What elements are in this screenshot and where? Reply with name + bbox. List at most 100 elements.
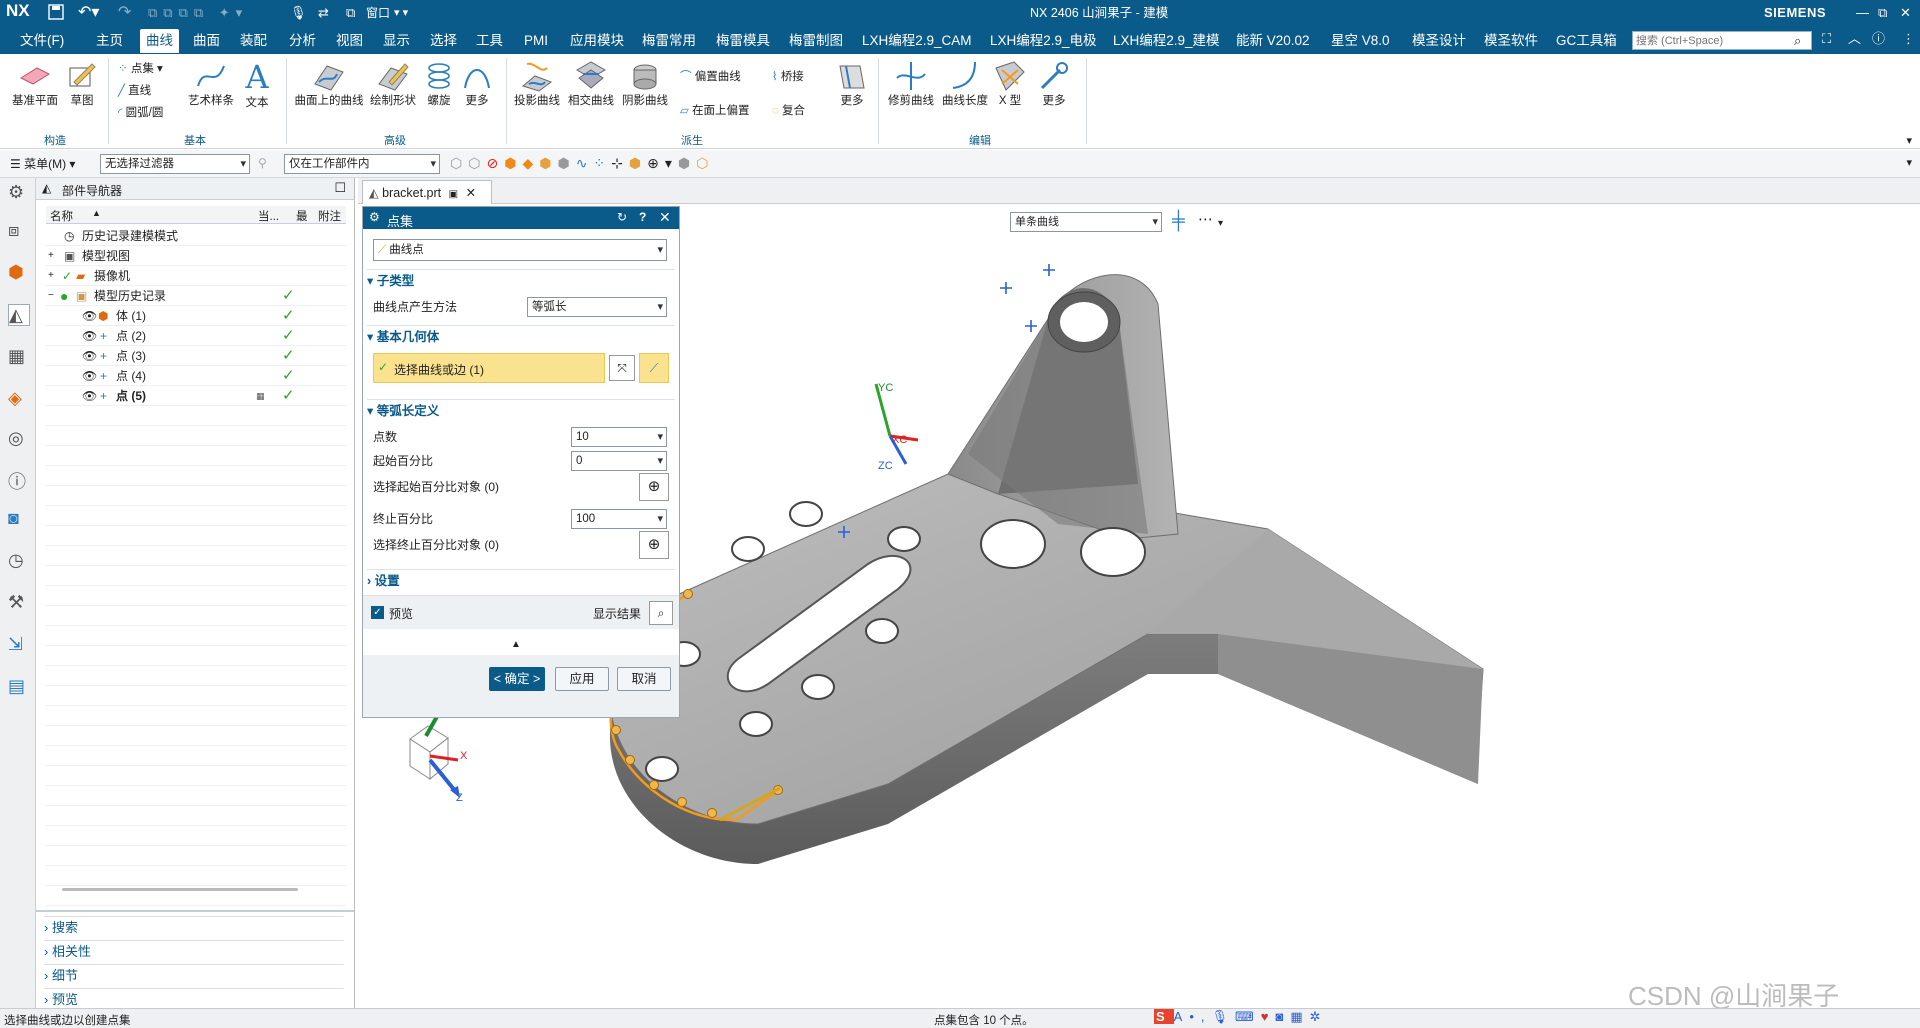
tree-row-body[interactable]: 👁 ⬢ 体 (1) ✓: [46, 306, 346, 326]
trim-curve-button[interactable]: 修剪曲线: [884, 60, 938, 108]
selection-tool-icons[interactable]: ⬡⬡⊘⬢◆⬢⬢∿⁘⊹⬢⊕▾⬢⬡: [450, 155, 714, 172]
hd3d-icon[interactable]: ◈: [8, 388, 30, 410]
select-body-icon[interactable]: ⬢: [504, 155, 522, 171]
help-icon[interactable]: ⓘ: [1872, 30, 1885, 48]
file-menu[interactable]: 文件(F): [20, 31, 64, 51]
ime-settings-icon[interactable]: ✲: [1310, 1009, 1328, 1024]
tab-meilei-common[interactable]: 梅雷常用: [642, 31, 696, 51]
menu-button[interactable]: ☰ 菜单(M) ▾: [10, 155, 75, 172]
tab-display[interactable]: 显示: [383, 31, 410, 51]
tab-lxh-cam[interactable]: LXH编程2.9_CAM: [862, 31, 972, 51]
ime-mode-icon[interactable]: A: [1174, 1009, 1190, 1024]
tree-row-point-2[interactable]: 👁 + 点 (2) ✓: [46, 326, 346, 346]
tab-applications[interactable]: 应用模块: [570, 31, 624, 51]
tab-pmi[interactable]: PMI: [524, 31, 548, 51]
line-button[interactable]: ╱ 直线: [118, 82, 151, 100]
ime-toolbar[interactable]: S A•,🎙⌨♥◙▦✲: [1154, 1009, 1328, 1028]
tab-tools[interactable]: 工具: [476, 31, 503, 51]
snap-icon[interactable]: ⊹: [611, 155, 629, 171]
curve-length-button[interactable]: 曲线长度: [940, 60, 990, 108]
maximize-icon[interactable]: ☐: [334, 180, 346, 196]
fullscreen-icon[interactable]: ⛶: [1822, 30, 1831, 48]
reset-icon[interactable]: ↻: [617, 210, 627, 224]
tab-home[interactable]: 主页: [96, 31, 123, 51]
column-latest[interactable]: 最: [296, 208, 308, 224]
details-section[interactable]: › 细节: [44, 964, 344, 986]
bridge-curve-button[interactable]: ⌇ 桥接: [772, 68, 804, 86]
sketch-button[interactable]: 草图: [64, 60, 100, 108]
sogou-icon[interactable]: S: [1154, 1009, 1174, 1024]
select-curve-row[interactable]: ✓ 选择曲线或边 (1): [373, 353, 605, 383]
column-current[interactable]: 当...: [258, 208, 279, 224]
snap-settings-icon[interactable]: ⬢: [629, 155, 647, 171]
visibility-icon[interactable]: 👁: [82, 386, 97, 406]
art-spline-button[interactable]: 艺术样条: [186, 60, 236, 108]
offset-on-face-button[interactable]: ▱ 在面上偏置: [680, 102, 750, 120]
microphone-icon[interactable]: 🎙: [290, 4, 307, 22]
arc-button[interactable]: ◜ 圆弧/圆: [118, 104, 163, 122]
select-sheet-icon[interactable]: ⬢: [557, 155, 575, 171]
advanced-more-button[interactable]: 更多: [460, 60, 494, 108]
tab-curve[interactable]: 曲线: [140, 29, 179, 53]
tab-meilei-drafting[interactable]: 梅雷制图: [789, 31, 843, 51]
doc-tab-pin-icon[interactable]: ▣: [449, 189, 458, 200]
draw-shape-button[interactable]: 绘制形状: [368, 60, 418, 108]
start-pct-input[interactable]: 0: [571, 451, 667, 471]
tree-row-cameras[interactable]: + ✓ ▰ 摄像机: [46, 266, 346, 286]
project-curve-button[interactable]: 投影曲线: [512, 60, 562, 108]
isoparametric-curve-button[interactable]: 阴影曲线: [620, 60, 670, 108]
restore-icon[interactable]: ⧉: [1878, 4, 1887, 22]
tab-nengxin[interactable]: 能新 V20.02: [1236, 31, 1310, 51]
select-solid-icon[interactable]: ⬢: [539, 155, 557, 171]
arc-length-section[interactable]: ▾ 等弧长定义: [367, 399, 675, 421]
touch-icon[interactable]: ⇄: [318, 4, 329, 22]
helix-button[interactable]: 螺旋: [422, 60, 456, 108]
column-name[interactable]: 名称: [50, 208, 73, 224]
select-point-icon[interactable]: ⁘: [593, 155, 611, 171]
search-section[interactable]: › 搜索: [44, 916, 344, 938]
tab-xingkong[interactable]: 星空 V8.0: [1331, 31, 1390, 51]
reuse-library-icon[interactable]: ▦: [8, 346, 30, 368]
text-button[interactable]: A 文本: [240, 60, 274, 110]
edit-more-button[interactable]: 更多: [1036, 60, 1072, 108]
ime-game-icon[interactable]: ◙: [1276, 1009, 1291, 1024]
subtype-section[interactable]: ▾ 子类型: [367, 269, 675, 291]
close-icon[interactable]: ✕: [1900, 4, 1911, 22]
column-notes[interactable]: 附注: [318, 208, 341, 224]
snap-face-icon[interactable]: ⬢: [678, 155, 696, 171]
tab-view[interactable]: 视图: [336, 31, 363, 51]
method-dropdown[interactable]: 等弧长: [527, 297, 667, 317]
assembly-navigator-icon[interactable]: ⧈: [8, 220, 30, 242]
select-pattern-icon[interactable]: ⬡: [468, 155, 486, 171]
undo-icon[interactable]: ↶▾: [78, 4, 99, 22]
redo-icon[interactable]: ↷: [118, 4, 131, 22]
tree-row-point-4[interactable]: 👁 + 点 (4) ✓: [46, 366, 346, 386]
x-form-button[interactable]: X 型: [992, 60, 1028, 108]
end-pct-input[interactable]: 100: [571, 509, 667, 529]
constraint-navigator-icon[interactable]: ⬢: [8, 262, 30, 284]
tree-row-point-3[interactable]: 👁 + 点 (3) ✓: [46, 346, 346, 366]
visibility-icon[interactable]: 👁: [82, 326, 97, 346]
ime-skin-icon[interactable]: ♥: [1261, 1009, 1276, 1024]
visibility-icon[interactable]: 👁: [82, 366, 97, 386]
apply-button[interactable]: 应用: [555, 667, 609, 691]
point-set-button[interactable]: ⁘ 点集 ▾: [118, 60, 163, 78]
tab-select[interactable]: 选择: [430, 31, 457, 51]
tab-gc-toolbox[interactable]: GC工具箱: [1556, 31, 1617, 51]
ime-keyboard-icon[interactable]: ⌨: [1235, 1009, 1261, 1024]
num-points-input[interactable]: 10: [571, 427, 667, 447]
filter-reset-icon[interactable]: ⚲: [258, 156, 267, 170]
collapse-icon[interactable]: −: [48, 286, 54, 306]
quick-tools-icons[interactable]: ⧉⧉⧉⧉ ✦▾: [148, 4, 248, 22]
select-general-icon[interactable]: ⬡: [450, 155, 468, 171]
composite-curve-button[interactable]: ◌ 复合: [772, 102, 805, 120]
collapse-ribbon-icon[interactable]: ︿: [1848, 30, 1861, 48]
system-material-icon[interactable]: ◙: [8, 508, 30, 530]
curve-select-button[interactable]: ⟋: [639, 353, 669, 383]
minimize-icon[interactable]: —: [1856, 4, 1869, 22]
history-icon[interactable]: ⓘ: [8, 468, 30, 492]
ok-button[interactable]: < 确定 >: [489, 667, 545, 691]
tools-icon[interactable]: ⚒: [8, 592, 30, 614]
expand-icon[interactable]: +: [48, 246, 54, 266]
window-menu[interactable]: 窗口: [366, 4, 390, 22]
